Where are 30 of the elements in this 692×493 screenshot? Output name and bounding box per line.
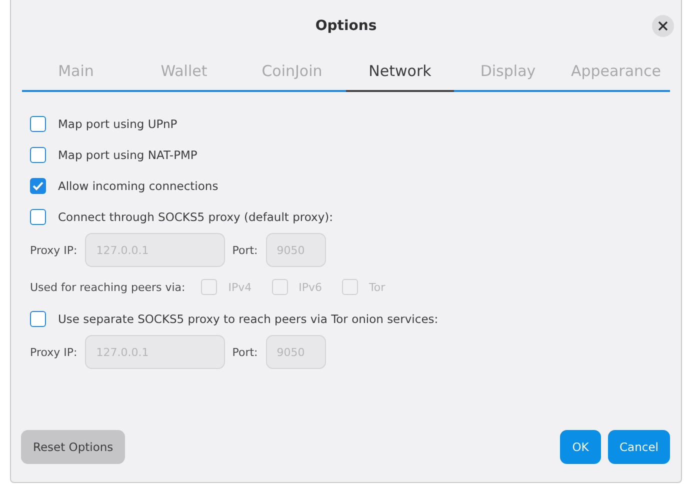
- checkbox-label: Map port using NAT-PMP: [58, 148, 198, 162]
- checkbox-label: IPv6: [298, 280, 322, 294]
- checkbox-label: Connect through SOCKS5 proxy (default proxy):: [58, 210, 334, 224]
- checkbox-label: Map port using UPnP: [58, 116, 178, 130]
- window-title: Options: [315, 18, 377, 34]
- proxy-ip-label: Proxy IP:: [30, 244, 78, 256]
- close-button[interactable]: [652, 15, 674, 37]
- ok-button[interactable]: OK: [560, 430, 601, 464]
- cancel-button[interactable]: Cancel: [608, 430, 670, 464]
- checkbox[interactable]: [30, 310, 46, 326]
- tab[interactable]: Network: [346, 52, 454, 92]
- checkbox-label: Use separate SOCKS5 proxy to reach peers via Tor onion services:: [58, 312, 438, 326]
- checkbox-label: Tor: [369, 280, 386, 294]
- checkbox-label: Allow incoming connections: [58, 178, 218, 192]
- checkbox[interactable]: [30, 116, 46, 132]
- proxy-ip-label: Proxy IP:: [30, 346, 78, 358]
- reset-button[interactable]: Reset Options: [21, 430, 126, 464]
- tab[interactable]: CoinJoin: [238, 52, 346, 92]
- tab[interactable]: Wallet: [130, 52, 238, 92]
- tab[interactable]: Display: [454, 52, 562, 92]
- checkbox[interactable]: [30, 208, 46, 224]
- checkbox[interactable]: [30, 178, 46, 194]
- close-icon: [658, 21, 668, 31]
- reach-label: Used for reaching peers via:: [30, 280, 186, 294]
- port-label: Port:: [232, 346, 258, 358]
- checkbox-label: IPv4: [228, 280, 252, 294]
- tab[interactable]: Main: [22, 52, 130, 92]
- port-label: Port:: [232, 244, 258, 256]
- tab[interactable]: Appearance: [562, 52, 670, 92]
- checkbox[interactable]: [30, 146, 46, 162]
